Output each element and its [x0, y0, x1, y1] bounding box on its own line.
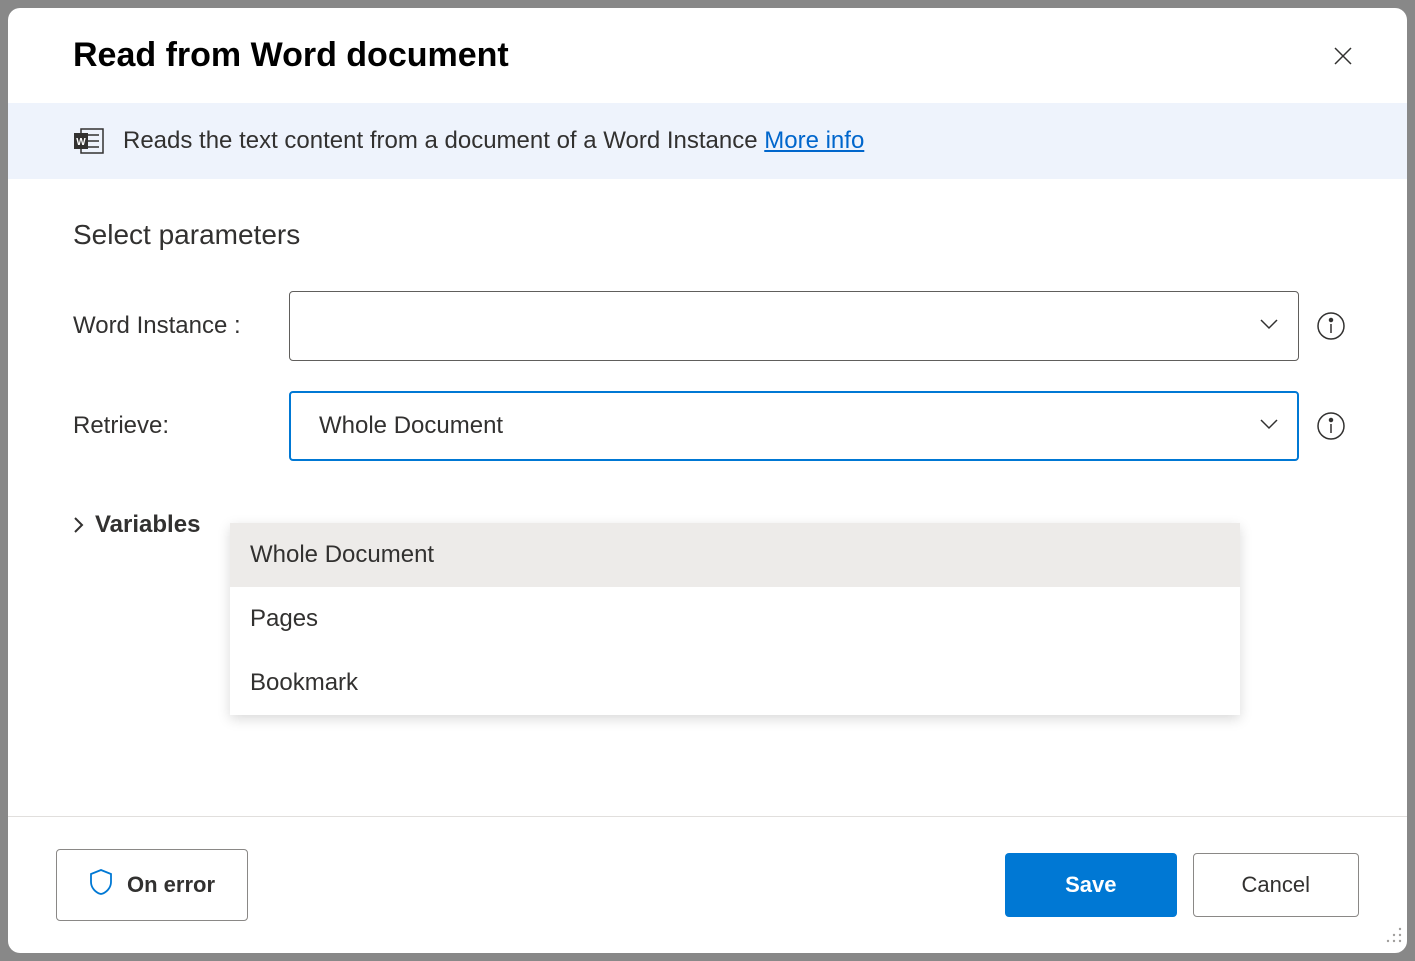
more-info-link[interactable]: More info — [764, 127, 864, 154]
cancel-button[interactable]: Cancel — [1193, 853, 1359, 917]
shield-icon — [89, 868, 113, 902]
on-error-label: On error — [127, 872, 215, 898]
save-button[interactable]: Save — [1005, 853, 1176, 917]
dialog-header: Read from Word document — [8, 8, 1407, 103]
retrieve-select-container: Whole Document — [289, 391, 1299, 461]
word-instance-label: Word Instance : — [73, 312, 273, 340]
svg-text:W: W — [76, 137, 86, 148]
dialog-footer: On error Save Cancel — [8, 816, 1407, 953]
dropdown-option-bookmark[interactable]: Bookmark — [230, 651, 1240, 715]
retrieve-select[interactable]: Whole Document — [289, 391, 1299, 461]
word-instance-select-container — [289, 291, 1299, 361]
dialog-body: Select parameters Word Instance : — [8, 179, 1407, 816]
close-button[interactable] — [1327, 40, 1359, 72]
resize-handle-icon[interactable] — [1385, 926, 1403, 949]
retrieve-value: Whole Document — [319, 412, 503, 440]
word-instance-select[interactable] — [289, 291, 1299, 361]
chevron-right-icon — [73, 516, 85, 534]
info-description: Reads the text content from a document o… — [123, 127, 864, 155]
retrieve-info-icon[interactable] — [1315, 410, 1347, 442]
close-icon — [1331, 44, 1355, 68]
dropdown-option-whole-document[interactable]: Whole Document — [230, 523, 1240, 587]
word-document-icon: W — [73, 127, 105, 155]
info-banner: W Reads the text content from a document… — [8, 103, 1407, 179]
footer-actions: Save Cancel — [1005, 853, 1359, 917]
retrieve-label: Retrieve: — [73, 412, 273, 440]
retrieve-dropdown-menu: Whole Document Pages Bookmark — [230, 523, 1240, 715]
word-instance-info-icon[interactable] — [1315, 310, 1347, 342]
dialog-read-from-word: Read from Word document W Reads the text… — [8, 8, 1407, 953]
retrieve-row: Retrieve: Whole Document — [73, 391, 1347, 461]
on-error-button[interactable]: On error — [56, 849, 248, 921]
dialog-title: Read from Word document — [73, 36, 509, 75]
parameters-section-title: Select parameters — [73, 219, 1347, 251]
word-instance-row: Word Instance : — [73, 291, 1347, 361]
dropdown-option-pages[interactable]: Pages — [230, 587, 1240, 651]
description-text: Reads the text content from a document o… — [123, 127, 758, 154]
variables-label: Variables — [95, 511, 200, 539]
